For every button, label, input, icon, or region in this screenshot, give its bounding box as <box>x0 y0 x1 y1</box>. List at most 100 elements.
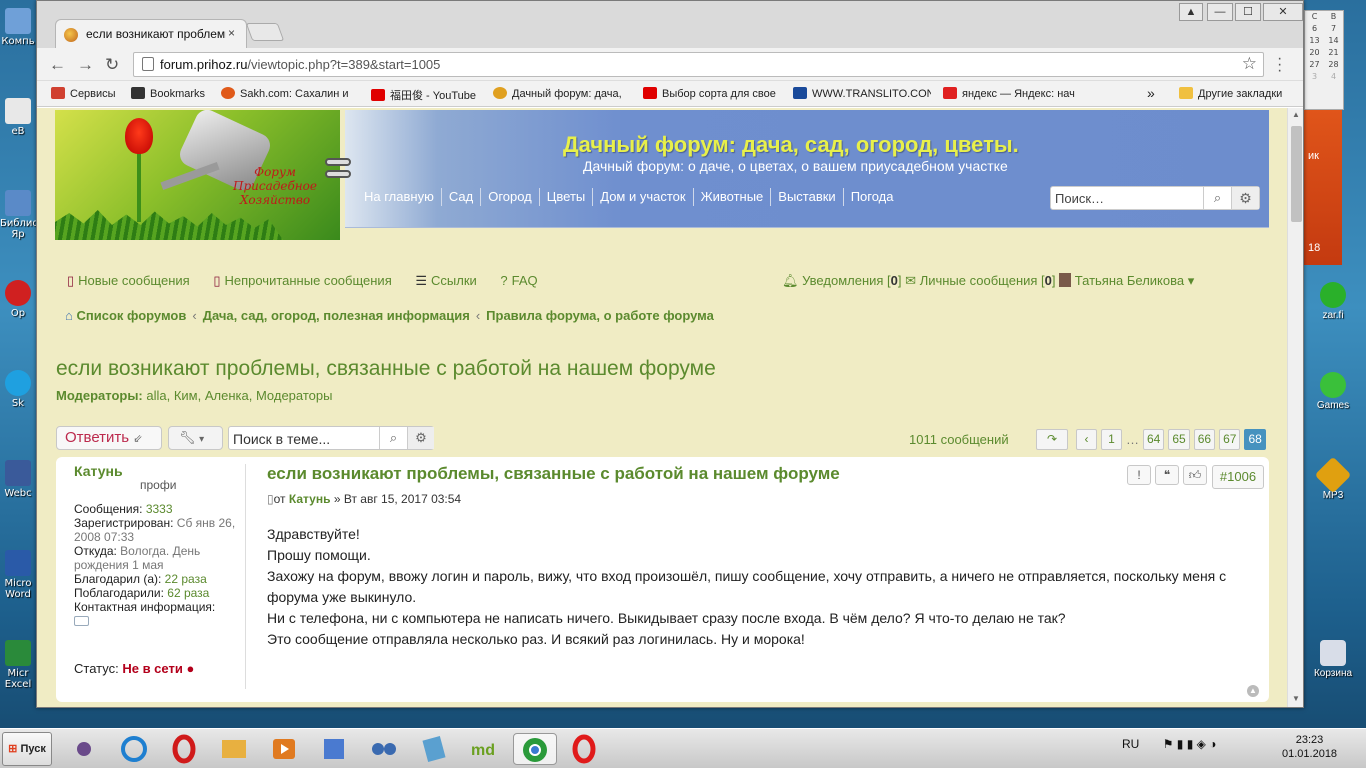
nav-flowers[interactable]: Цветы <box>540 188 594 206</box>
desktop-icon-skype[interactable]: Sk <box>0 370 36 409</box>
back-to-top-icon[interactable]: ▲ <box>1247 685 1259 697</box>
close-window-button[interactable]: ✕ <box>1263 3 1303 21</box>
desktop-icon-zarfi[interactable]: zar.fi <box>1300 282 1366 321</box>
unread-posts-link[interactable]: ▯ Непрочитанные сообщения <box>213 273 401 288</box>
user-profile-button[interactable]: ▲ <box>1179 3 1203 21</box>
bookmark-item[interactable]: Sakh.com: Сахалин и <box>221 87 355 100</box>
other-bookmarks[interactable]: Другие закладки <box>1179 87 1303 100</box>
scroll-thumb[interactable] <box>1291 126 1302 222</box>
nav-exhibitions[interactable]: Выставки <box>771 188 844 206</box>
prev-page-button[interactable]: ‹ <box>1076 429 1097 450</box>
desktop-icon-games[interactable]: Games <box>1300 372 1366 411</box>
page-link[interactable]: 67 <box>1219 429 1241 450</box>
quote-icon[interactable]: ❝ <box>1155 465 1179 485</box>
taskbar-app[interactable] <box>66 733 102 765</box>
taskbar-app[interactable] <box>416 733 452 765</box>
breadcrumb-item[interactable]: Дача, сад, огород, полезная информация <box>203 308 470 323</box>
language-indicator[interactable]: RU <box>1122 737 1139 751</box>
new-tab-button[interactable] <box>245 23 285 41</box>
search-icon[interactable]: ⌕ <box>379 427 407 449</box>
post-title[interactable]: если возникают проблемы, связанные с раб… <box>267 464 1257 484</box>
menu-icon[interactable]: · · · <box>1277 51 1282 79</box>
topic-search-input[interactable]: Поиск в теме... <box>233 431 330 447</box>
desktop-icon-computer[interactable]: Компь <box>0 8 36 47</box>
gear-icon[interactable]: ⚙ <box>407 427 434 449</box>
speech-bubble-icon[interactable] <box>74 616 89 626</box>
page-link[interactable]: 65 <box>1168 429 1190 450</box>
reload-icon[interactable]: ↻ <box>105 55 119 75</box>
post-number[interactable]: #1006 <box>1212 465 1264 489</box>
faq-link[interactable]: ? FAQ <box>500 273 547 288</box>
breadcrumb-item[interactable]: Список форумов <box>76 308 186 323</box>
thumbs-up-icon[interactable]: 👍︎ <box>1183 465 1207 485</box>
scroll-down-icon[interactable]: ▼ <box>1292 694 1300 703</box>
taskbar-app[interactable] <box>316 733 352 765</box>
bookmark-item[interactable]: Сервисы <box>51 87 133 100</box>
forward-icon[interactable]: → <box>77 55 94 75</box>
breadcrumb-item[interactable]: Правила форума, о работе форума <box>486 308 714 323</box>
desktop-icon-word[interactable]: Micro Word <box>0 550 36 600</box>
nav-vegetable[interactable]: Огород <box>481 188 540 206</box>
minimize-button[interactable]: — <box>1207 3 1233 21</box>
thanks-link[interactable]: 62 раза <box>167 586 209 600</box>
page-scrollbar[interactable]: ▲ ▼ <box>1287 108 1303 707</box>
desktop-icon-ebay[interactable]: eB <box>0 98 36 137</box>
desktop-icon-recycle-bin[interactable]: Корзина <box>1300 640 1366 679</box>
page-link[interactable]: 1 <box>1101 429 1122 450</box>
taskbar-app[interactable] <box>216 733 252 765</box>
page-link[interactable]: 64 <box>1143 429 1165 450</box>
browser-tab[interactable]: если возникают проблемы, связанные с раб… <box>55 19 247 48</box>
bookmark-item[interactable]: Дачный форум: дача, <box>493 87 629 100</box>
jump-to-page-icon[interactable]: ↷ <box>1036 429 1068 450</box>
taskbar-app[interactable] <box>366 733 402 765</box>
thanked-link[interactable]: 22 раза <box>165 572 207 586</box>
desktop-icon-excel[interactable]: Micr Excel <box>0 640 36 690</box>
bookmark-item[interactable]: WWW.TRANSLITO.CON <box>793 87 931 100</box>
search-icon[interactable]: ⌕ <box>1203 187 1231 209</box>
bookmark-star-icon[interactable]: ☆ <box>1242 54 1257 74</box>
topic-tools-button[interactable]: 🔧︎ ▾ <box>168 426 223 450</box>
scroll-up-icon[interactable]: ▲ <box>1292 110 1300 119</box>
user-menu[interactable]: Татьяна Беликова ▾ <box>1059 273 1194 288</box>
taskbar-app[interactable] <box>566 733 602 765</box>
taskbar-app[interactable] <box>266 733 302 765</box>
page-link[interactable]: 66 <box>1193 429 1216 450</box>
desktop-icon-webcam[interactable]: Webc <box>0 460 36 499</box>
notifications-link[interactable]: 🔔︎ Уведомления [0] <box>782 273 902 288</box>
posts-count-link[interactable]: 3333 <box>146 502 173 516</box>
nav-animals[interactable]: Животные <box>694 188 772 206</box>
back-icon[interactable]: ← <box>49 55 66 75</box>
bookmark-item[interactable]: 福田俊 - YouTube <box>371 87 485 103</box>
taskbar-app[interactable] <box>166 733 202 765</box>
taskbar-app[interactable]: md <box>466 733 502 765</box>
page-info-icon[interactable] <box>142 57 154 71</box>
report-icon[interactable]: ! <box>1127 465 1151 485</box>
nav-garden[interactable]: Сад <box>442 188 482 206</box>
desktop-icon-opera[interactable]: Op <box>0 280 36 319</box>
page-title[interactable]: если возникают проблемы, связанные с раб… <box>56 357 716 381</box>
tray-icons[interactable]: ⚑ ▮ ▮ ◈ ◑ <box>1163 737 1217 751</box>
nav-weather[interactable]: Погода <box>844 188 901 206</box>
site-logo[interactable]: Форум Присадебное Хозяйство <box>55 110 340 240</box>
new-posts-link[interactable]: ▯ Новые сообщения <box>67 273 200 288</box>
nav-house[interactable]: Дом и участок <box>593 188 694 206</box>
taskbar-app-active[interactable] <box>513 733 557 765</box>
reply-button[interactable]: Ответить ⇙ <box>56 426 162 450</box>
maximize-button[interactable]: ☐ <box>1235 3 1261 21</box>
taskbar-app[interactable] <box>116 733 152 765</box>
bookmarks-more-button[interactable]: » <box>1147 85 1155 101</box>
private-messages-link[interactable]: ✉ Личные сообщения [0] <box>905 273 1055 288</box>
clock[interactable]: 23:23 01.01.2018 <box>1282 733 1337 761</box>
address-bar[interactable]: forum.prihoz.ru/viewtopic.php?t=389&star… <box>133 52 1264 77</box>
close-tab-icon[interactable]: × <box>228 26 235 40</box>
advanced-search-gear-icon[interactable]: ⚙ <box>1231 187 1259 209</box>
bookmark-item[interactable]: Выбор сорта для свое <box>643 87 781 100</box>
site-search-input[interactable]: Поиск… <box>1055 191 1104 206</box>
bookmark-item[interactable]: яндекс — Яндекс: нач <box>943 87 1079 100</box>
post-author-link[interactable]: Катунь <box>289 492 331 506</box>
bookmark-item[interactable]: Bookmarks <box>131 87 215 100</box>
desktop-icon-mp3[interactable]: MP3 <box>1300 456 1366 501</box>
desktop-icon-library[interactable]: Библио Яр <box>0 190 39 240</box>
post-document-icon[interactable]: ▯ <box>267 492 274 506</box>
nav-home[interactable]: На главную <box>357 188 442 206</box>
